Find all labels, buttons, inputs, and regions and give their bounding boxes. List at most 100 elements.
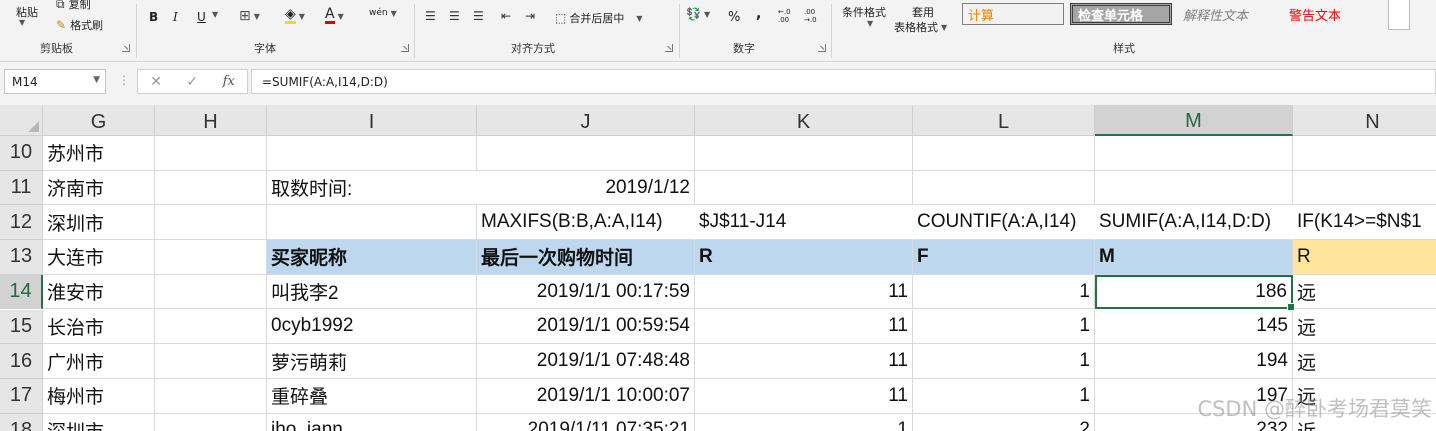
cell-i17[interactable]: 重碎叠 <box>267 378 477 414</box>
cell-j11[interactable]: 2019/1/12 <box>477 170 695 206</box>
cell-i18[interactable]: jho_jann <box>267 413 477 431</box>
cell-g15[interactable]: 长治市 <box>43 309 155 345</box>
cell-j17[interactable]: 2019/1/1 10:00:07 <box>477 378 695 414</box>
cell-j14[interactable]: 2019/1/1 00:17:59 <box>477 274 695 310</box>
conditional-format-button[interactable]: 条件格式 <box>842 4 886 20</box>
cell-i12[interactable] <box>267 205 477 241</box>
increase-decimal-button[interactable]: ←.0 .00 <box>778 8 798 24</box>
cell-l12[interactable]: COUNTIF(A:A,I14) <box>913 205 1095 241</box>
cell-h11[interactable] <box>155 170 267 206</box>
cell-k13[interactable]: R <box>695 240 913 275</box>
cell-l17[interactable]: 1 <box>913 378 1095 414</box>
cell-g13[interactable]: 大连市 <box>43 240 155 275</box>
cell-n10[interactable] <box>1293 136 1436 171</box>
format-as-table-button[interactable]: 套用 <box>912 4 934 20</box>
cell-g16[interactable]: 广州市 <box>43 344 155 379</box>
cell-h10[interactable] <box>155 136 267 171</box>
column-header-k[interactable]: K <box>695 105 913 136</box>
italic-button[interactable]: I <box>173 10 178 24</box>
align-right-button[interactable]: ☰ <box>473 10 484 22</box>
decrease-decimal-button[interactable]: .00 →.0 <box>804 8 824 24</box>
cell-k15[interactable]: 11 <box>695 309 913 345</box>
cell-j13[interactable]: 最后一次购物时间 <box>477 240 695 275</box>
cell-h14[interactable] <box>155 274 267 310</box>
font-dialog-launcher[interactable] <box>401 44 409 52</box>
cell-l15[interactable]: 1 <box>913 309 1095 345</box>
style-calculation[interactable]: 计算 <box>962 3 1064 25</box>
cell-g14[interactable]: 淮安市 <box>43 274 155 310</box>
phonetic-button[interactable]: wén ▼ <box>369 8 397 18</box>
column-header-l[interactable]: L <box>913 105 1095 136</box>
row-header-18[interactable]: 18 <box>0 413 43 431</box>
cell-h18[interactable] <box>155 413 267 431</box>
column-header-h[interactable]: H <box>155 105 267 136</box>
column-header-n[interactable]: N <box>1293 105 1436 136</box>
cell-m16[interactable]: 194 <box>1095 344 1293 379</box>
decrease-indent-button[interactable]: ⇤ <box>501 10 511 22</box>
cell-h16[interactable] <box>155 344 267 379</box>
cell-n12[interactable]: IF(K14>=$N$1 <box>1293 205 1436 241</box>
cell-l13[interactable]: F <box>913 240 1095 275</box>
comma-button[interactable]: , <box>756 6 761 22</box>
cell-k10[interactable] <box>695 136 913 171</box>
cell-h17[interactable] <box>155 378 267 414</box>
cell-k17[interactable]: 11 <box>695 378 913 414</box>
cell-i10[interactable] <box>267 136 477 171</box>
cell-g18[interactable]: 深圳市 <box>43 413 155 431</box>
cell-i14[interactable]: 叫我李2 <box>267 274 477 310</box>
cell-i15[interactable]: 0cyb1992 <box>267 309 477 345</box>
row-header-14[interactable]: 14 <box>0 274 43 310</box>
row-header-15[interactable]: 15 <box>0 309 43 345</box>
cell-m15[interactable]: 145 <box>1095 309 1293 345</box>
format-painter-button[interactable]: ✎ 格式刷 <box>56 17 103 33</box>
row-header-12[interactable]: 12 <box>0 205 43 241</box>
clipboard-dialog-launcher[interactable] <box>122 44 130 52</box>
paste-dropdown[interactable]: ▼ <box>16 18 25 27</box>
cell-k16[interactable]: 11 <box>695 344 913 379</box>
cell-n16[interactable]: 远 <box>1293 344 1436 379</box>
accounting-format-button[interactable]: 💱 ▼ <box>686 8 710 20</box>
enter-icon[interactable]: ✓ <box>186 74 198 90</box>
alignment-dialog-launcher[interactable] <box>665 44 673 52</box>
cancel-icon[interactable]: ✕ <box>150 74 162 90</box>
bold-button[interactable]: B <box>149 10 158 24</box>
cell-m13[interactable]: M <box>1095 240 1293 275</box>
cell-g10[interactable]: 苏州市 <box>43 136 155 171</box>
align-left-button[interactable]: ☰ <box>425 10 436 22</box>
cell-l18[interactable]: 2 <box>913 413 1095 431</box>
cell-l14[interactable]: 1 <box>913 274 1095 310</box>
row-header-16[interactable]: 16 <box>0 344 43 379</box>
cell-n14[interactable]: 远 <box>1293 275 1436 310</box>
insert-function-icon[interactable]: fx <box>223 74 235 89</box>
cell-h13[interactable] <box>155 240 267 275</box>
cell-l11[interactable] <box>913 170 1095 206</box>
cell-h15[interactable] <box>155 309 267 345</box>
underline-dropdown[interactable]: ▼ <box>209 10 218 19</box>
column-header-j[interactable]: J <box>477 105 695 136</box>
cell-i16[interactable]: 萝污萌莉 <box>267 344 477 379</box>
conditional-format-dropdown[interactable]: ▼ <box>864 19 873 28</box>
row-header-13[interactable]: 13 <box>0 240 43 275</box>
cell-h12[interactable] <box>155 205 267 241</box>
cell-n13[interactable]: R <box>1293 240 1436 275</box>
cell-j12[interactable]: MAXIFS(B:B,A:A,I14) <box>477 205 695 241</box>
cell-k12[interactable]: $J$11-J14 <box>695 205 913 241</box>
cell-j15[interactable]: 2019/1/1 00:59:54 <box>477 309 695 345</box>
cell-m14[interactable]: 186 <box>1095 274 1295 312</box>
underline-button[interactable]: U <box>197 10 206 24</box>
copy-button[interactable]: ⧉ 复制 <box>56 0 91 12</box>
style-check-cell[interactable]: 检查单元格 <box>1070 3 1172 25</box>
name-box[interactable]: M14 ▼ <box>4 69 106 94</box>
cell-m11[interactable] <box>1095 170 1293 206</box>
cell-j16[interactable]: 2019/1/1 07:48:48 <box>477 344 695 379</box>
cell-i13[interactable]: 买家昵称 <box>267 240 477 275</box>
style-explanatory[interactable]: 解释性文本 <box>1178 3 1278 25</box>
column-header-i[interactable]: I <box>267 105 477 136</box>
cell-g17[interactable]: 梅州市 <box>43 378 155 414</box>
formula-input[interactable]: =SUMIF(A:A,I14,D:D) <box>251 69 1436 94</box>
cell-m12[interactable]: SUMIF(A:A,I14,D:D) <box>1095 205 1293 241</box>
fill-color-button[interactable]: ◈ ▼ <box>285 7 305 24</box>
number-dialog-launcher[interactable] <box>818 44 826 52</box>
cell-n15[interactable]: 远 <box>1293 310 1436 345</box>
column-header-g[interactable]: G <box>43 105 155 136</box>
